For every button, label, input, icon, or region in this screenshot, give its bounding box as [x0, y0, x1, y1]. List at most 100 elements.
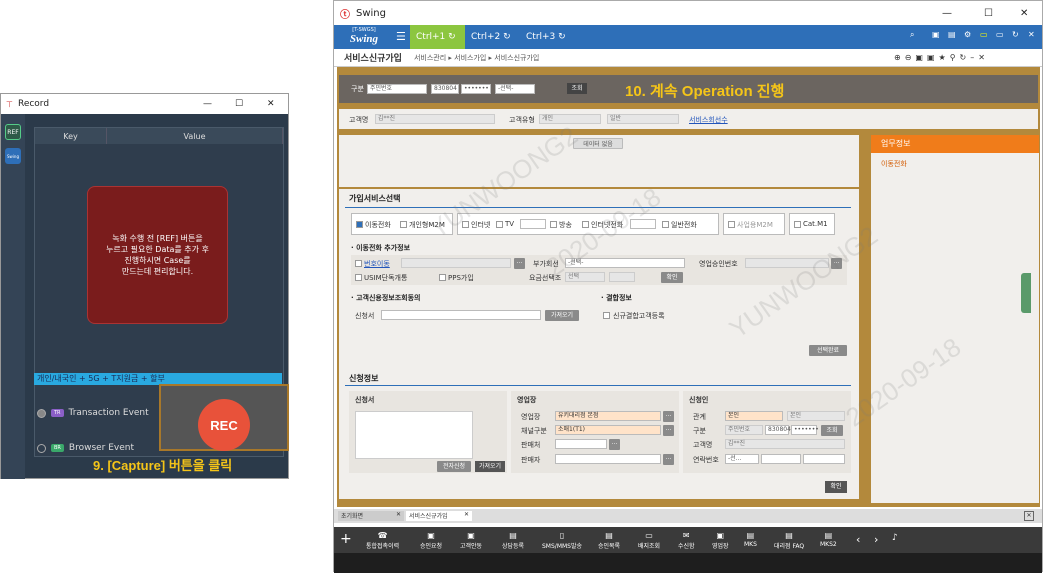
seller-lookup[interactable]: ···: [609, 439, 620, 450]
general-phone-checkbox[interactable]: [662, 221, 669, 228]
collapse-handle[interactable]: [1021, 273, 1031, 313]
consent-doc-field[interactable]: [381, 310, 541, 320]
bottom-item[interactable]: ✉ 수신함: [678, 531, 695, 550]
rec-button[interactable]: REC: [198, 399, 250, 451]
tv-count[interactable]: [520, 219, 546, 229]
next-icon[interactable]: ›: [874, 533, 878, 546]
num-move-link[interactable]: 번호이동: [364, 259, 390, 269]
channel-field[interactable]: 소매1(T1): [555, 425, 661, 435]
tab-ctrl3[interactable]: Ctrl+3 ↻: [520, 25, 575, 49]
cls-select[interactable]: 주민번호: [725, 425, 763, 435]
search-icon[interactable]: ⌕: [910, 30, 914, 40]
minimize-icon[interactable]: —: [942, 8, 952, 19]
person-field[interactable]: [555, 454, 661, 464]
gear-icon[interactable]: ⚙: [964, 30, 971, 39]
close-all-icon[interactable]: ✕: [1024, 511, 1034, 521]
ref-button[interactable]: REF: [5, 124, 21, 140]
display-icon[interactable]: ▭: [980, 30, 988, 39]
app-search-button[interactable]: 조회: [821, 425, 843, 436]
close-icon[interactable]: ✕: [1020, 8, 1028, 19]
monitor-icon[interactable]: ▭: [996, 30, 1004, 39]
screen-tab-home[interactable]: 초기화면 ✕: [338, 511, 404, 521]
shop-lookup[interactable]: ···: [663, 411, 674, 422]
m2m-checkbox[interactable]: [400, 221, 407, 228]
e-apply-button[interactable]: 전자신청: [437, 461, 471, 472]
usim-checkbox[interactable]: [355, 274, 362, 281]
app-id-front[interactable]: 830804: [765, 425, 791, 435]
bell-icon[interactable]: ♪: [892, 533, 898, 543]
select-done-button[interactable]: 선택완료: [809, 345, 847, 356]
shop-field[interactable]: 유키대리점 본점: [555, 411, 661, 421]
num-move-checkbox[interactable]: [355, 260, 362, 267]
add-icon[interactable]: +: [340, 531, 352, 547]
iphone-count[interactable]: [630, 219, 656, 229]
bottom-item[interactable]: ☎ 통합접촉이력: [366, 531, 399, 550]
person-lookup[interactable]: ···: [663, 454, 674, 465]
bottom-item[interactable]: ▤ 상담등록: [502, 531, 524, 550]
apply-get-button[interactable]: 가져오기: [475, 461, 505, 472]
search-button[interactable]: 조회: [567, 83, 587, 94]
tab-ctrl2[interactable]: Ctrl+2 ↻: [465, 25, 520, 49]
bottom-item[interactable]: ▤ MKS2: [820, 531, 837, 548]
bottom-item[interactable]: ▣ 영업장: [712, 531, 729, 550]
bottom-item[interactable]: ▭ 배지조회: [638, 531, 660, 550]
bottom-item[interactable]: ▤ 승인목록: [598, 531, 620, 550]
close-tab-icon[interactable]: ✕: [1028, 30, 1035, 39]
minimize-icon[interactable]: —: [203, 99, 212, 109]
layout-icon[interactable]: ▤: [948, 30, 956, 39]
contact-select[interactable]: -선...: [725, 454, 759, 464]
apply-doc-area[interactable]: [355, 411, 473, 459]
menu-icon[interactable]: ☰: [396, 30, 406, 43]
channel-lookup[interactable]: ···: [663, 425, 674, 436]
maximize-icon[interactable]: ☐: [984, 8, 993, 19]
prev-icon[interactable]: ‹: [856, 533, 860, 546]
id-type-select[interactable]: 주민번호: [367, 84, 427, 94]
tab-apply[interactable]: 신청정보: [349, 373, 378, 384]
internet-checkbox[interactable]: [462, 221, 469, 228]
radio-icon[interactable]: [37, 443, 46, 453]
transaction-event-option[interactable]: TR Transaction Event: [37, 408, 149, 418]
contact-last[interactable]: [803, 454, 845, 464]
confirm-button[interactable]: 확인: [825, 481, 847, 493]
browser-event-option[interactable]: BR Browser Event: [37, 443, 134, 453]
mobile-checkbox[interactable]: [356, 221, 363, 228]
broadcast-checkbox[interactable]: [550, 221, 557, 228]
app-id-back[interactable]: •••••••: [791, 425, 819, 435]
addon-select[interactable]: -선택-: [565, 258, 685, 268]
close-icon[interactable]: ✕: [267, 99, 275, 109]
window-icon[interactable]: ▣: [932, 30, 940, 39]
rate-confirm-button[interactable]: 확인: [661, 272, 683, 283]
radio-icon[interactable]: [37, 408, 46, 418]
seller-field[interactable]: [555, 439, 607, 449]
service-lines-link[interactable]: 서비스회선수: [689, 115, 728, 125]
combine-checkbox[interactable]: [603, 312, 610, 319]
refresh-icon[interactable]: ↻: [1012, 30, 1019, 39]
catm-checkbox[interactable]: [794, 221, 801, 228]
rel-select[interactable]: 본인: [725, 411, 783, 421]
bottom-item[interactable]: ▤ MKS: [744, 531, 757, 548]
consent-get-button[interactable]: 가져오기: [545, 310, 579, 321]
right-panel-item[interactable]: 이동전화: [881, 159, 907, 169]
id-back-input[interactable]: •••••••: [461, 84, 491, 94]
tab-ctrl1[interactable]: Ctrl+1 ↻: [410, 25, 465, 49]
bottom-item[interactable]: ▤ 대리점 FAQ: [774, 531, 804, 550]
search-select[interactable]: -선택-: [495, 84, 535, 94]
rel-select2[interactable]: 본인: [787, 411, 845, 421]
id-front-input[interactable]: 830804: [431, 84, 459, 94]
num-move-lookup[interactable]: ···: [514, 258, 525, 269]
bottom-item[interactable]: ▯ SMS/MMS발송: [542, 531, 582, 550]
rate-select[interactable]: 선택: [565, 272, 605, 282]
swing-button[interactable]: Swing: [5, 148, 21, 164]
pps-checkbox[interactable]: [439, 274, 446, 281]
maximize-icon[interactable]: ☐: [235, 99, 243, 109]
bottom-item[interactable]: ▣ 승인요청: [420, 531, 442, 550]
page-tools-icons[interactable]: ⊕⊖▣▣★⚲↻–✕: [894, 53, 989, 62]
screen-tab-new-service[interactable]: 서비스신규가입 ✕: [406, 511, 472, 521]
approve-lookup[interactable]: ···: [831, 258, 842, 269]
contact-mid[interactable]: [761, 454, 801, 464]
tab-service-select[interactable]: 가입서비스선택: [349, 193, 401, 204]
biz-checkbox[interactable]: [728, 221, 735, 228]
iphone-checkbox[interactable]: [582, 221, 589, 228]
bottom-item[interactable]: ▣ 고객안동: [460, 531, 482, 550]
tv-checkbox[interactable]: [496, 221, 503, 228]
